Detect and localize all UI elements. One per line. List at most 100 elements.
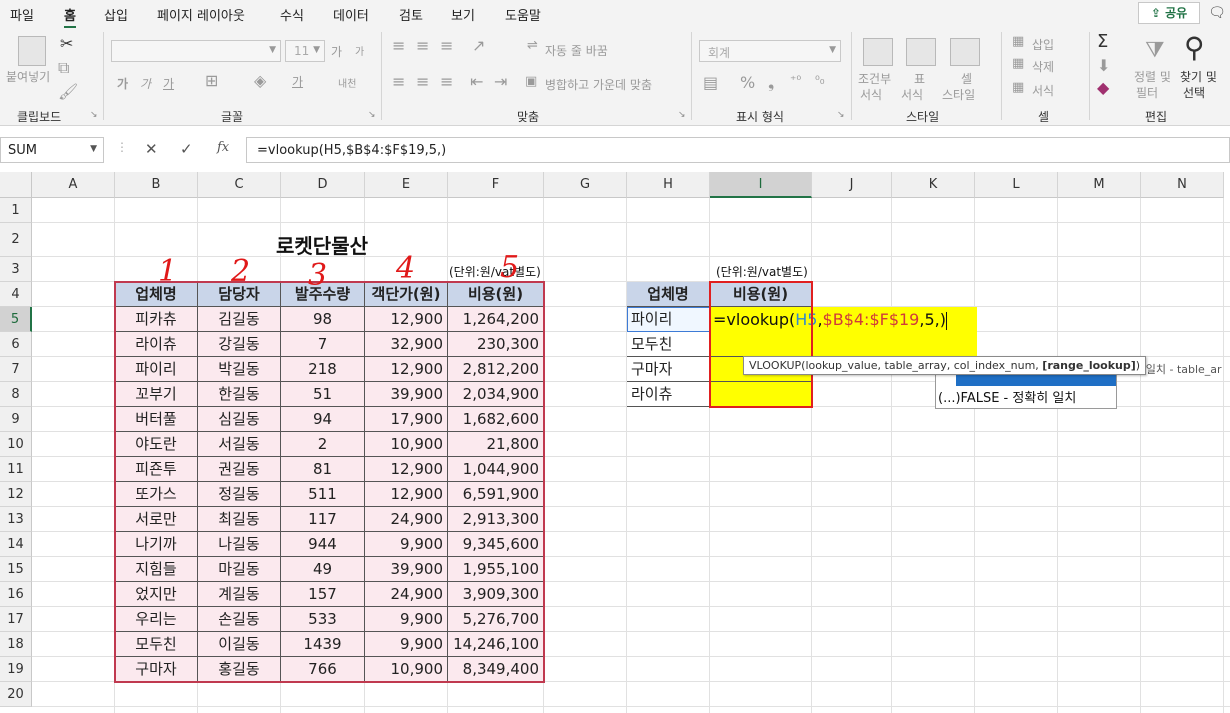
row-header-17[interactable]: 17 (0, 607, 32, 632)
table-cell[interactable]: 5,276,700 (448, 607, 544, 632)
align-bottom-icon[interactable]: ≡ (440, 36, 453, 55)
lookup-name-cell[interactable]: 구마자 (627, 357, 710, 382)
table-cell[interactable]: 12,900 (365, 307, 448, 332)
table-cell[interactable]: 8,349,400 (448, 657, 544, 682)
column-header-c[interactable]: C (198, 172, 281, 198)
insert-cells-button[interactable]: 삽입 (1032, 36, 1054, 53)
table-cell[interactable]: 766 (281, 657, 365, 682)
row-header-2[interactable]: 2 (0, 223, 32, 257)
percent-icon[interactable]: % (740, 73, 755, 92)
table-cell[interactable]: 3,909,300 (448, 582, 544, 607)
table-cell[interactable]: 1,044,900 (448, 457, 544, 482)
table-cell[interactable]: 1439 (281, 632, 365, 657)
menu-review[interactable]: 검토 (399, 5, 423, 24)
table-cell[interactable]: 10,900 (365, 657, 448, 682)
table-cell[interactable]: 94 (281, 407, 365, 432)
table-cell[interactable]: 2,913,300 (448, 507, 544, 532)
table-cell[interactable]: 구마자 (115, 657, 198, 682)
format-as-table-button[interactable]: 표 (914, 70, 925, 87)
table-cell[interactable]: 98 (281, 307, 365, 332)
delete-cells-button[interactable]: 삭제 (1032, 58, 1054, 75)
decrease-indent-icon[interactable]: ⇤ (470, 72, 483, 91)
fill-color-icon[interactable]: ◈ (254, 71, 266, 90)
table-cell[interactable]: 모두친 (115, 632, 198, 657)
row-header-10[interactable]: 10 (0, 432, 32, 457)
row-header-14[interactable]: 14 (0, 532, 32, 557)
table-cell[interactable]: 6,591,900 (448, 482, 544, 507)
row-header-12[interactable]: 12 (0, 482, 32, 507)
menu-insert[interactable]: 삽입 (104, 5, 128, 24)
table-cell[interactable]: 944 (281, 532, 365, 557)
insert-function-icon[interactable]: fx (217, 140, 229, 155)
row-header-4[interactable]: 4 (0, 282, 32, 307)
menu-help[interactable]: 도움말 (505, 5, 541, 24)
table-cell[interactable]: 권길동 (198, 457, 281, 482)
table-cell[interactable]: 강길동 (198, 332, 281, 357)
table-cell[interactable]: 9,900 (365, 607, 448, 632)
table-cell[interactable]: 이길동 (198, 632, 281, 657)
table-cell[interactable]: 511 (281, 482, 365, 507)
font-color-button[interactable]: 가 (292, 73, 303, 90)
table-cell[interactable]: 파이리 (115, 357, 198, 382)
table-cell[interactable]: 야도란 (115, 432, 198, 457)
table-cell[interactable]: 117 (281, 507, 365, 532)
font-name-dropdown[interactable]: ▼ (111, 40, 281, 62)
table-cell[interactable]: 1,955,100 (448, 557, 544, 582)
table-cell[interactable]: 218 (281, 357, 365, 382)
table-cell[interactable]: 230,300 (448, 332, 544, 357)
column-header-b[interactable]: B (115, 172, 198, 198)
table-cell[interactable]: 홍길동 (198, 657, 281, 682)
copy-icon[interactable]: ⧉ (58, 58, 69, 78)
underline-button[interactable]: 가 (163, 75, 174, 92)
table-cell[interactable]: 2,034,900 (448, 382, 544, 407)
row-header-9[interactable]: 9 (0, 407, 32, 432)
table-cell[interactable]: 지힘들 (115, 557, 198, 582)
conditional-format-button[interactable]: 조건부 (858, 70, 891, 87)
clipboard-launcher-icon[interactable]: ↘ (90, 110, 98, 120)
table-cell[interactable]: 마길동 (198, 557, 281, 582)
table-cell[interactable]: 피죤투 (115, 457, 198, 482)
cell-edit-box[interactable]: =vlookup(H5,$B$4:$F$19,5,) (710, 307, 977, 356)
merge-icon[interactable]: ▣ (525, 74, 537, 89)
table-cell[interactable]: 박길동 (198, 357, 281, 382)
delete-cells-icon[interactable]: ▦ (1012, 56, 1024, 71)
column-header-n[interactable]: N (1141, 172, 1224, 198)
lookup-value-cell[interactable] (710, 382, 812, 407)
row-header-1[interactable]: 1 (0, 198, 32, 223)
column-header-j[interactable]: J (812, 172, 892, 198)
table-cell[interactable]: 17,900 (365, 407, 448, 432)
table-cell[interactable]: 7 (281, 332, 365, 357)
lookup-header-cell[interactable]: 업체명 (627, 282, 710, 307)
table-cell[interactable]: 김길동 (198, 307, 281, 332)
row-header-15[interactable]: 15 (0, 557, 32, 582)
name-box[interactable]: SUM ▼ (0, 137, 104, 163)
column-header-l[interactable]: L (975, 172, 1058, 198)
cell-styles-button[interactable]: 셀 (961, 70, 972, 87)
table-cell[interactable]: 손길동 (198, 607, 281, 632)
lookup-name-cell[interactable]: 모두친 (627, 332, 710, 357)
table-cell[interactable]: 계길동 (198, 582, 281, 607)
comma-icon[interactable]: ❟ (768, 73, 774, 93)
fill-icon[interactable]: ⬇ (1097, 56, 1110, 75)
alignment-launcher-icon[interactable]: ↘ (678, 110, 686, 120)
table-cell[interactable]: 1,264,200 (448, 307, 544, 332)
column-header-m[interactable]: M (1058, 172, 1141, 198)
column-header-a[interactable]: A (32, 172, 115, 198)
table-cell[interactable]: 9,345,600 (448, 532, 544, 557)
column-header-d[interactable]: D (281, 172, 365, 198)
table-cell[interactable]: 2,812,200 (448, 357, 544, 382)
conditional-format-icon[interactable] (863, 38, 893, 66)
row-header-5[interactable]: 5 (0, 307, 32, 332)
find-select-icon[interactable]: ⚲ (1184, 31, 1205, 64)
italic-button[interactable]: 가 (140, 75, 151, 92)
lookup-name-cell[interactable]: 라이츄 (627, 382, 710, 407)
table-cell[interactable]: 32,900 (365, 332, 448, 357)
menu-data[interactable]: 데이터 (333, 5, 369, 24)
format-painter-icon[interactable]: 🖌 (58, 82, 78, 101)
menu-view[interactable]: 보기 (451, 5, 475, 24)
column-header-f[interactable]: F (448, 172, 544, 198)
row-header-19[interactable]: 19 (0, 657, 32, 682)
format-cells-icon[interactable]: ▦ (1012, 80, 1024, 95)
align-left-icon[interactable]: ≡ (392, 72, 405, 91)
table-cell[interactable]: 533 (281, 607, 365, 632)
